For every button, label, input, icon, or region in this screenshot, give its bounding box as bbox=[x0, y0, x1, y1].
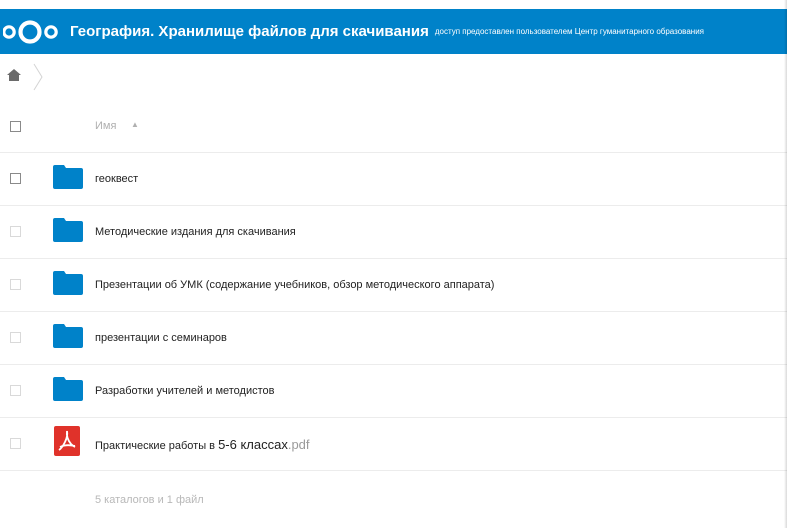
list-header: Имя ▲ bbox=[0, 100, 787, 153]
chevron-right-icon bbox=[33, 63, 43, 91]
folder-icon bbox=[53, 165, 83, 189]
app-header: География. Хранилище файлов для скачиван… bbox=[0, 9, 787, 54]
file-name-prefix: Практические работы в bbox=[95, 440, 219, 452]
file-name[interactable]: Методические издания для скачивания bbox=[95, 226, 296, 238]
file-name[interactable]: Разработки учителей и методистов bbox=[95, 385, 275, 397]
row-checkbox[interactable] bbox=[10, 385, 21, 396]
folder-icon bbox=[53, 377, 83, 401]
sort-ascending-icon[interactable]: ▲ bbox=[131, 120, 139, 129]
file-row[interactable]: Практические работы в 5-6 классах.pdf bbox=[0, 418, 787, 471]
nextcloud-logo[interactable] bbox=[0, 9, 70, 54]
row-checkbox[interactable] bbox=[10, 332, 21, 343]
pdf-file-icon bbox=[54, 426, 80, 456]
breadcrumb bbox=[0, 56, 787, 100]
file-extension: .pdf bbox=[287, 437, 310, 452]
column-name-header[interactable]: Имя bbox=[95, 120, 116, 132]
page-title: География. Хранилище файлов для скачиван… bbox=[70, 23, 429, 40]
file-share-page: География. Хранилище файлов для скачиван… bbox=[0, 0, 787, 528]
file-name[interactable]: Презентации об УМК (содержание учебников… bbox=[95, 279, 494, 291]
file-name[interactable]: геоквест bbox=[95, 173, 138, 185]
folder-icon bbox=[53, 271, 83, 295]
file-name[interactable]: презентации с семинаров bbox=[95, 332, 227, 344]
select-all-checkbox[interactable] bbox=[10, 121, 21, 132]
file-row[interactable]: презентации с семинаров bbox=[0, 312, 787, 365]
file-row[interactable]: Разработки учителей и методистов bbox=[0, 365, 787, 418]
file-row[interactable]: геоквест bbox=[0, 153, 787, 206]
folder-icon bbox=[53, 218, 83, 242]
row-checkbox[interactable] bbox=[10, 173, 21, 184]
share-info: доступ предоставлен пользователем Центр … bbox=[434, 27, 705, 36]
file-row[interactable]: Методические издания для скачивания bbox=[0, 206, 787, 259]
folder-icon bbox=[53, 324, 83, 348]
file-name[interactable]: Практические работы в 5-6 классах.pdf bbox=[95, 437, 310, 452]
list-summary: 5 каталогов и 1 файл bbox=[95, 494, 204, 506]
file-name-highlight: 5-6 классах bbox=[218, 437, 288, 452]
row-checkbox[interactable] bbox=[10, 279, 21, 290]
home-icon[interactable] bbox=[7, 69, 21, 81]
row-checkbox[interactable] bbox=[10, 226, 21, 237]
file-row[interactable]: Презентации об УМК (содержание учебников… bbox=[0, 259, 787, 312]
row-checkbox[interactable] bbox=[10, 438, 21, 449]
